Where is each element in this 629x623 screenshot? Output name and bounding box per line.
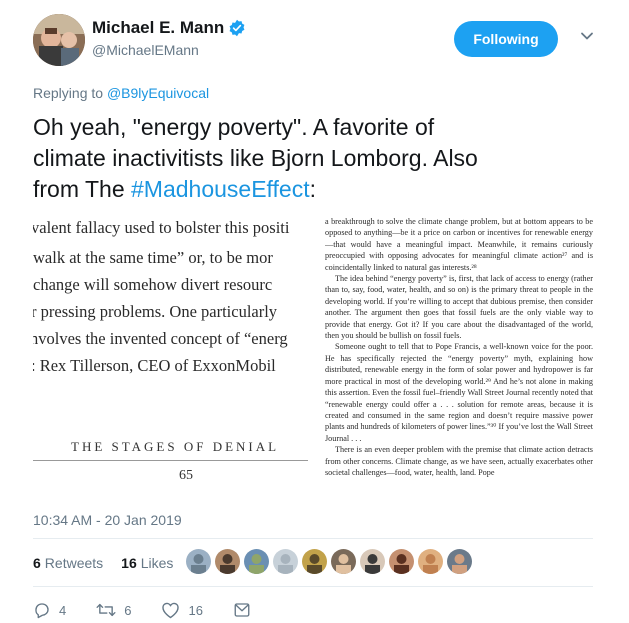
user-handle[interactable]: @MichaelEMann [92,42,246,58]
tweet-stats: 6 Retweets 16 Likes [33,555,191,571]
retweets-label: Retweets [44,555,104,571]
liker-avatars [186,549,476,574]
message-icon [234,603,250,617]
retweets-count: 6 [33,555,41,571]
book-paragraph: The idea behind “energy poverty” is, fir… [325,274,593,341]
book-page-right: a breakthrough to solve the climate chan… [325,216,593,498]
liker-avatar[interactable] [244,549,269,574]
display-name[interactable]: Michael E. Mann [92,18,224,38]
book-text-line: nvolves the invented concept of “energ [33,329,288,348]
verified-badge-icon [229,19,245,37]
likes-stat[interactable]: 16 Likes [121,555,173,571]
hashtag-link[interactable]: #MadhouseEffect [131,176,310,202]
tweet-text-fragment: from The [33,176,131,202]
book-paragraph: Someone ought to tell that to Pope Franc… [325,342,593,443]
likes-count: 16 [121,555,137,571]
divider [33,538,593,539]
chapter-title: THE STAGES OF DENIAL [71,439,280,454]
retweet-count: 6 [124,602,132,618]
reply-count: 4 [59,602,67,618]
avatar-image [33,14,85,66]
liker-avatar[interactable] [331,549,356,574]
book-text-line: change will somehow divert resourc [33,275,273,294]
chevron-down-icon[interactable] [579,28,595,44]
reply-button[interactable]: 4 [33,601,66,619]
book-text-line: valent fallacy used to bolster this posi… [33,218,290,237]
reply-target-link[interactable]: @B9lyEquivocal [107,85,209,101]
like-button[interactable]: 16 [161,601,203,619]
book-text-line: walk at the same time” or, to be mor [33,248,273,267]
page-number: 65 [179,468,193,483]
reply-icon [35,603,49,619]
author-info: Michael E. Mann @MichaelEMann [92,18,246,58]
tweet-text-fragment: : [309,176,316,202]
replying-to: Replying to @B9lyEquivocal [33,85,209,101]
book-paragraph: There is an even deeper problem with the… [325,445,593,477]
heart-icon [162,602,180,619]
liker-avatar[interactable] [389,549,414,574]
book-text-line: : Rex Tillerson, CEO of ExxonMobil [33,356,276,375]
following-button[interactable]: Following [454,21,558,57]
avatar[interactable] [33,14,85,66]
book-text-line: r pressing problems. One particularly [33,302,278,321]
direct-message-button[interactable] [233,601,259,619]
tweet-text-line: climate inactivitists like Bjorn Lomborg… [33,145,478,171]
retweet-button[interactable]: 6 [96,601,131,619]
retweet-icon [96,603,116,617]
book-page-left: valent fallacy used to bolster this posi… [33,216,308,498]
retweets-stat[interactable]: 6 Retweets [33,555,103,571]
tweet-text: Oh yeah, "energy poverty". A favorite of… [33,112,593,205]
tweet-header: Michael E. Mann @MichaelEMann Following [33,14,603,66]
replying-to-prefix: Replying to [33,85,104,101]
likes-label: Likes [140,555,174,571]
tweet-text-line: Oh yeah, "energy poverty". A favorite of [33,114,435,140]
page-rule [33,460,308,461]
liker-avatar[interactable] [447,549,472,574]
tweet-media[interactable]: valent fallacy used to bolster this posi… [33,216,593,498]
tweet-text-line: from The #MadhouseEffect: [33,174,593,205]
tweet-actions: 4 6 16 [33,601,289,619]
like-count: 16 [188,602,203,618]
tweet-timestamp[interactable]: 10:34 AM - 20 Jan 2019 [33,512,182,528]
liker-avatar[interactable] [360,549,385,574]
liker-avatar[interactable] [215,549,240,574]
divider [33,586,593,587]
book-paragraph: a breakthrough to solve the climate chan… [325,217,593,272]
liker-avatar[interactable] [418,549,443,574]
liker-avatar[interactable] [273,549,298,574]
liker-avatar[interactable] [186,549,211,574]
liker-avatar[interactable] [302,549,327,574]
